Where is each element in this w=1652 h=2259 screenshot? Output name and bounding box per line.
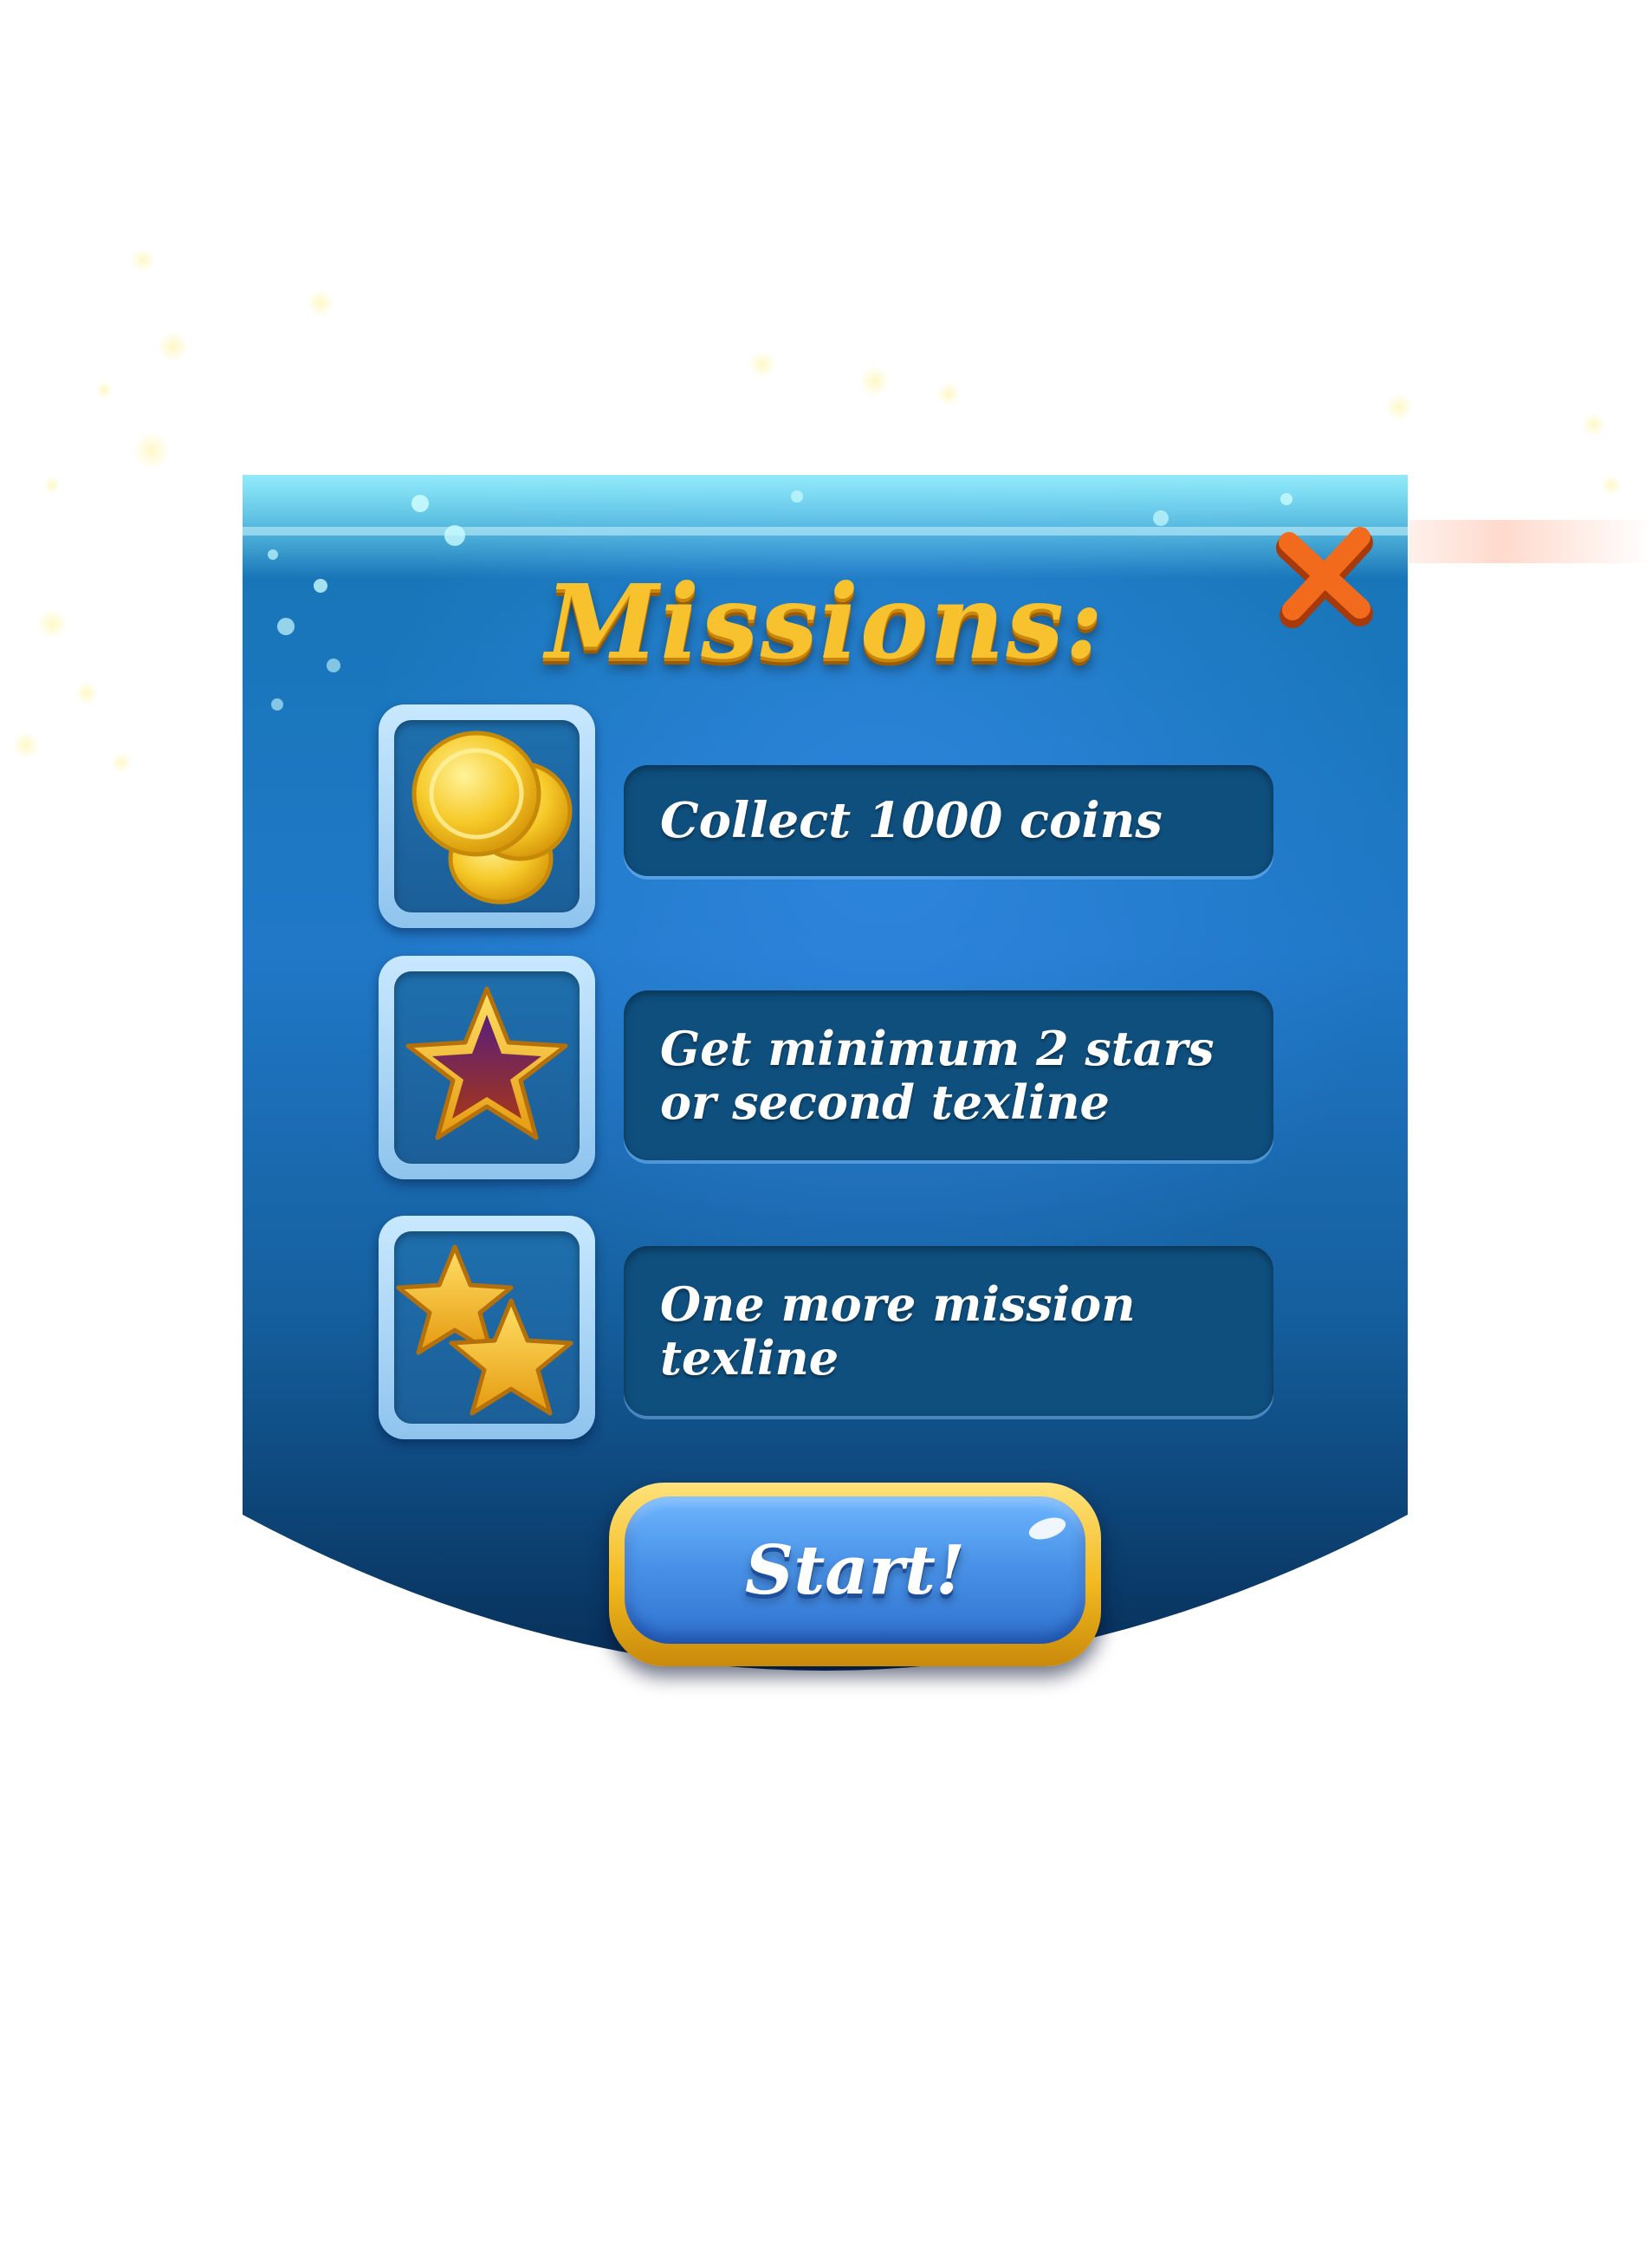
mission-text-3: One more mission texline <box>624 1246 1273 1416</box>
missions-dialog: Missions: Collect 1000 coins Get minimum… <box>243 475 1408 1757</box>
mission-3-line-2: texline <box>660 1330 839 1386</box>
close-button[interactable] <box>1273 527 1377 631</box>
mission-text-2: Get minimum 2 stars or second texline <box>624 990 1273 1160</box>
mission-1-line-1: Collect 1000 coins <box>660 792 1163 849</box>
purple-star-icon <box>405 986 568 1140</box>
mission-2-line-1: Get minimum 2 stars <box>660 1021 1215 1076</box>
gold-coins-icon <box>411 730 573 905</box>
start-button-label: Start! <box>744 1530 966 1610</box>
mission-icon-frame <box>379 704 595 928</box>
two-gold-stars-icon <box>396 1244 573 1416</box>
close-x-icon <box>1276 527 1373 628</box>
button-gloss-highlight <box>1026 1513 1069 1544</box>
dialog-title: Missions: <box>545 562 1105 682</box>
mission-icon-frame <box>379 956 595 1179</box>
mission-3-line-1: One more mission <box>660 1276 1136 1332</box>
mission-text-1: Collect 1000 coins <box>624 765 1273 876</box>
mission-2-line-2: or second texline <box>660 1074 1110 1130</box>
start-button[interactable]: Start! <box>609 1483 1101 1666</box>
mission-icon-frame <box>379 1216 595 1439</box>
